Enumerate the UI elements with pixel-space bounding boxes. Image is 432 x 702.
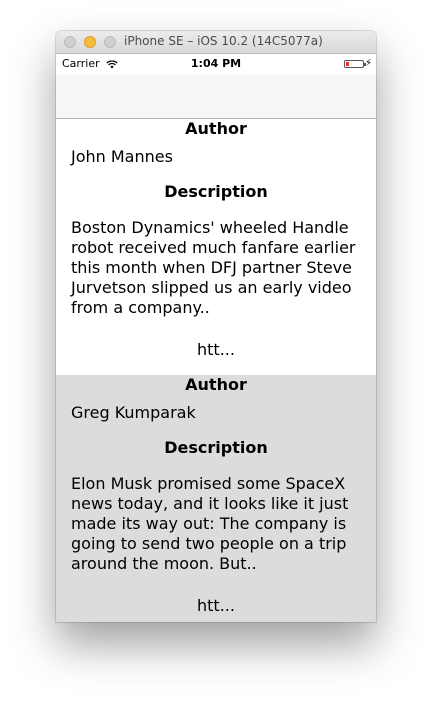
battery-icon [344,60,366,68]
author-name: John Mannes [71,147,173,166]
status-bar: Carrier 1:04 PM ⚡ [56,54,376,74]
article-cell[interactable]: Author Greg Kumparak Description Elon Mu… [56,375,376,622]
status-time: 1:04 PM [190,57,242,70]
article-list[interactable]: Author John Mannes Description Boston Dy… [56,119,376,622]
article-link[interactable]: htt... [71,340,361,360]
description-text: Elon Musk promised some SpaceX news toda… [71,474,349,573]
author-heading: Author [185,119,247,138]
author-heading: Author [185,375,247,394]
description-heading: Description [164,182,268,201]
close-button[interactable] [64,36,76,48]
window-title: iPhone SE – iOS 10.2 (14C5077a) [124,34,323,48]
device-screen: Carrier 1:04 PM ⚡ Author John Mannes Des… [56,54,376,622]
battery-level [346,62,349,66]
description-heading: Description [164,438,268,457]
article-cell[interactable]: Author John Mannes Description Boston Dy… [56,119,376,375]
author-name: Greg Kumparak [71,403,196,422]
window-titlebar[interactable]: iPhone SE – iOS 10.2 (14C5077a) [56,31,376,54]
article-link[interactable]: htt... [71,596,361,616]
description-text: Boston Dynamics' wheeled Handle robot re… [71,218,356,317]
navigation-bar [56,74,376,119]
simulator-window: iPhone SE – iOS 10.2 (14C5077a) Carrier … [56,31,376,622]
zoom-button[interactable] [104,36,116,48]
charging-bolt-icon: ⚡ [364,58,372,69]
minimize-button[interactable] [84,36,96,48]
